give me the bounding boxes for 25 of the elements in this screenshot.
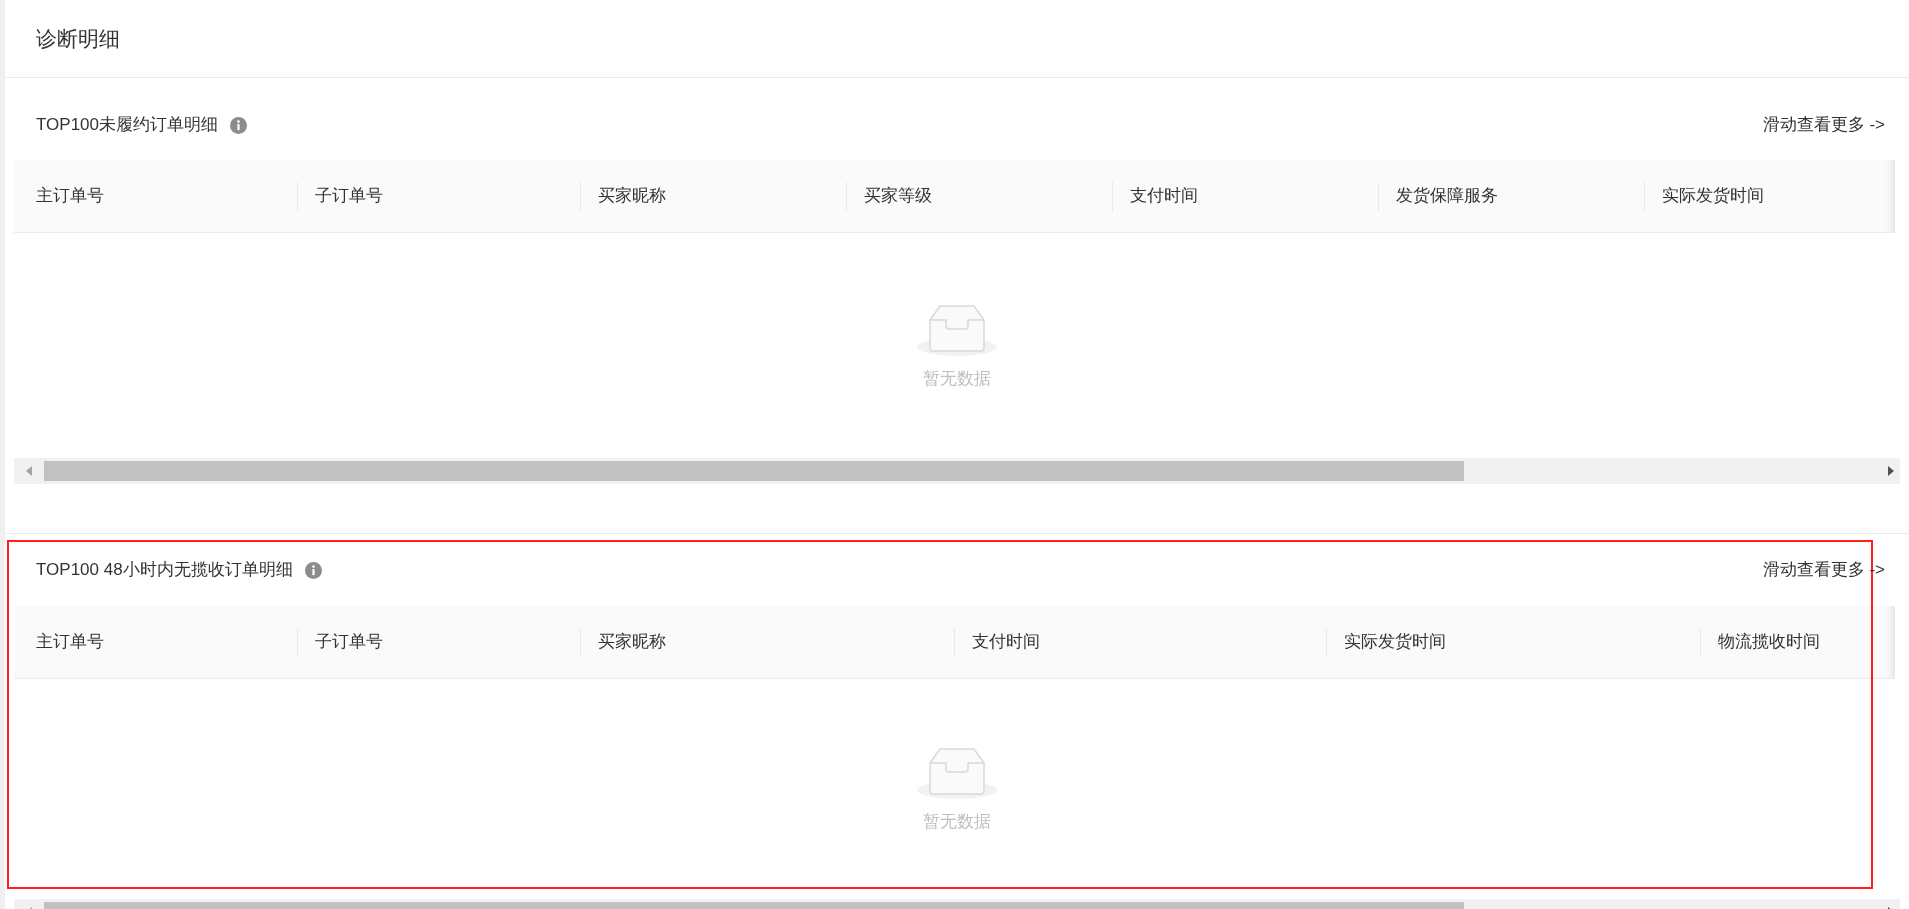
column-header: 实际发货时间 [1662,185,1764,208]
info-icon [230,116,247,134]
column-header: 子订单号 [315,185,383,208]
column-header: 实际发货时间 [1344,631,1446,654]
column-header: 支付时间 [1130,185,1198,208]
scrollbar-thumb[interactable] [44,461,1464,481]
column-header: 买家昵称 [598,185,666,208]
column-header: 买家昵称 [598,631,666,654]
column-header: 主订单号 [36,185,104,208]
section-title: TOP100未履约订单明细 [36,114,218,137]
horizontal-scrollbar[interactable] [14,458,1900,484]
column-header: 支付时间 [972,631,1040,654]
section-title: TOP100 48小时内无揽收订单明细 [36,559,293,582]
scroll-right-icon[interactable] [1887,466,1895,476]
column-header: 子订单号 [315,631,383,654]
empty-message: 暂无数据 [923,811,991,834]
column-header: 主订单号 [36,631,104,654]
info-icon [304,561,322,579]
column-header: 发货保障服务 [1396,185,1498,208]
page-title: 诊断明细 [36,25,120,52]
column-header: 物流揽收时间 [1718,631,1820,654]
scroll-left-icon[interactable] [25,466,33,476]
scroll-more-link[interactable]: 滑动查看更多 -> [1762,112,1885,138]
empty-message: 暂无数据 [923,367,991,390]
column-header: 买家等级 [864,185,932,208]
